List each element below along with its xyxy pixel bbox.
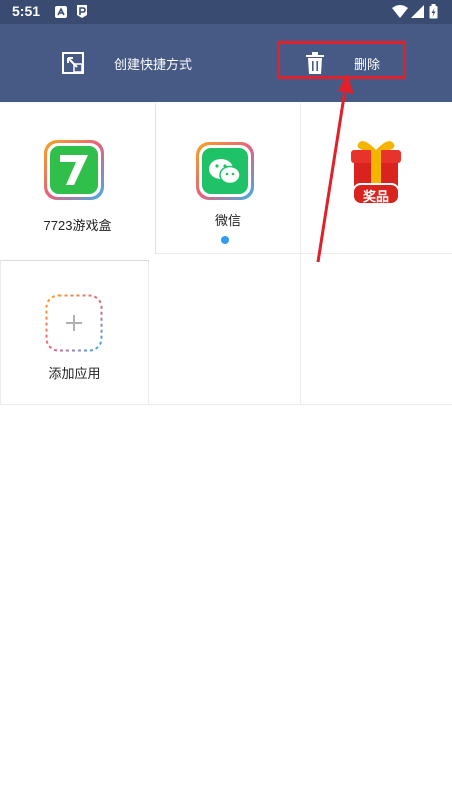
annotation-arrow [316,74,354,263]
